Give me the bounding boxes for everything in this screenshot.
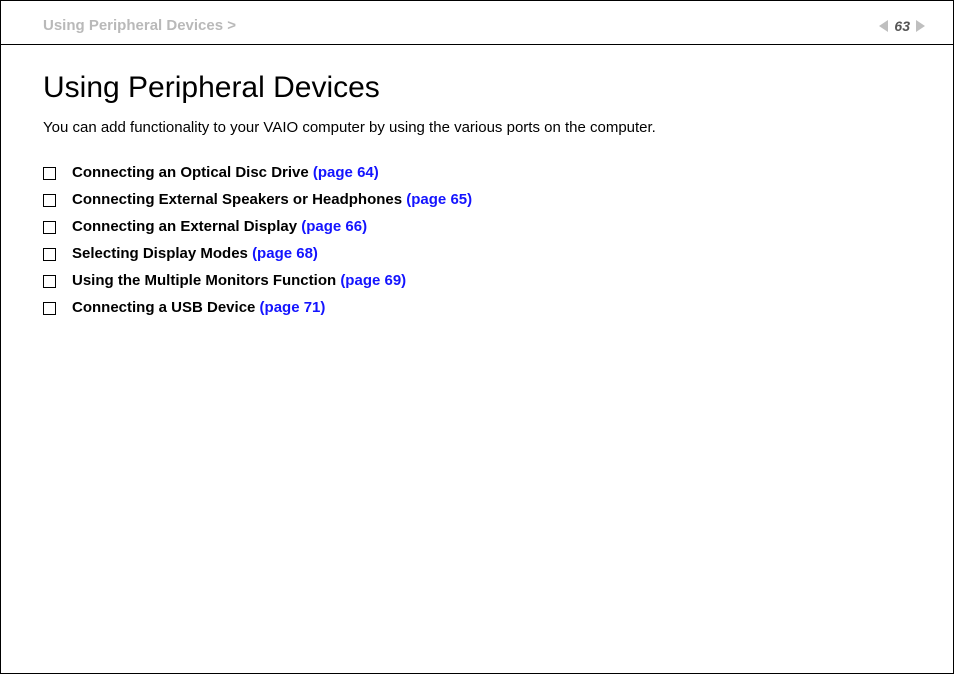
page-title: Using Peripheral Devices: [43, 71, 911, 105]
topic-label: Selecting Display Modes: [72, 245, 252, 262]
list-item: Connecting an Optical Disc Drive (page 6…: [43, 164, 911, 181]
next-page-icon[interactable]: [916, 20, 925, 32]
pager: 63: [879, 18, 929, 34]
topic-label: Using the Multiple Monitors Function: [72, 272, 340, 289]
topic-ref-link[interactable]: (page 65): [406, 191, 472, 208]
topic-ref-link[interactable]: (page 64): [313, 164, 379, 181]
topic-label: Connecting an Optical Disc Drive: [72, 164, 313, 181]
breadcrumb: Using Peripheral Devices >: [43, 17, 236, 34]
list-item: Connecting External Speakers or Headphon…: [43, 191, 911, 208]
bullet-icon: [43, 302, 56, 315]
page-number: 63: [894, 18, 910, 34]
topic-ref-link[interactable]: (page 68): [252, 245, 318, 262]
bullet-icon: [43, 221, 56, 234]
topic-label: Connecting External Speakers or Headphon…: [72, 191, 406, 208]
topic-label: Connecting an External Display: [72, 218, 301, 235]
topic-ref-link[interactable]: (page 66): [301, 218, 367, 235]
list-item: Using the Multiple Monitors Function (pa…: [43, 272, 911, 289]
prev-page-icon[interactable]: [879, 20, 888, 32]
breadcrumb-text: Using Peripheral Devices >: [43, 17, 236, 34]
topic-label: Connecting a USB Device: [72, 299, 260, 316]
list-item: Connecting a USB Device (page 71): [43, 299, 911, 316]
bullet-icon: [43, 167, 56, 180]
list-item: Connecting an External Display (page 66): [43, 218, 911, 235]
topic-list: Connecting an Optical Disc Drive (page 6…: [43, 164, 911, 316]
list-item: Selecting Display Modes (page 68): [43, 245, 911, 262]
bullet-icon: [43, 275, 56, 288]
topic-ref-link[interactable]: (page 69): [340, 272, 406, 289]
intro-text: You can add functionality to your VAIO c…: [43, 119, 911, 136]
bullet-icon: [43, 248, 56, 261]
bullet-icon: [43, 194, 56, 207]
topic-ref-link[interactable]: (page 71): [260, 299, 326, 316]
